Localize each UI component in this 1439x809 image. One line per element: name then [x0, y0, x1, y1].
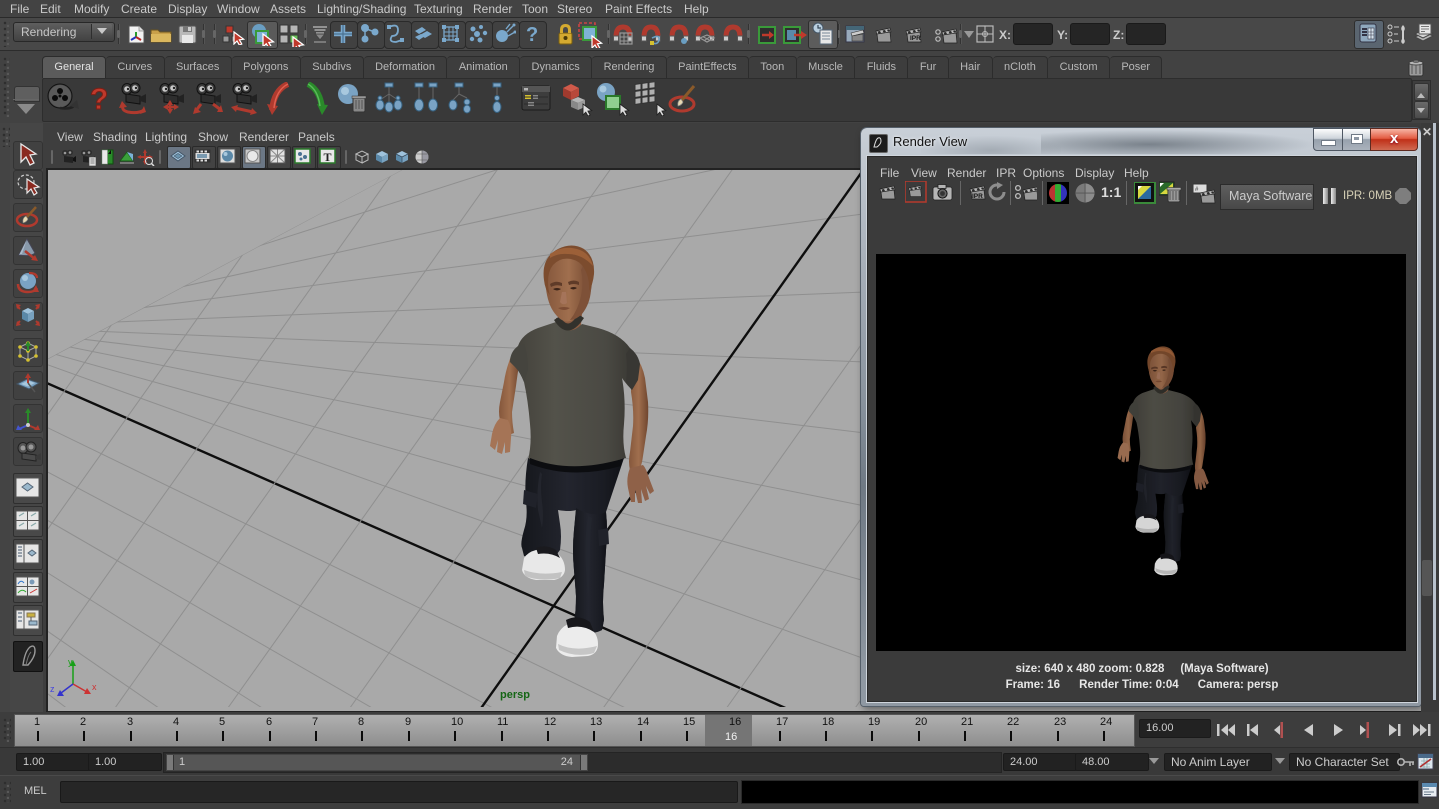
svg-text:IPR: IPR — [972, 193, 983, 200]
svg-text:IPR: IPR — [910, 35, 921, 42]
svg-text:y: y — [68, 657, 73, 667]
svg-text:x: x — [92, 682, 97, 692]
svg-text:T: T — [324, 150, 332, 164]
svg-text:?: ? — [90, 83, 108, 116]
svg-text:?: ? — [526, 24, 538, 45]
svg-text:z: z — [50, 684, 55, 694]
